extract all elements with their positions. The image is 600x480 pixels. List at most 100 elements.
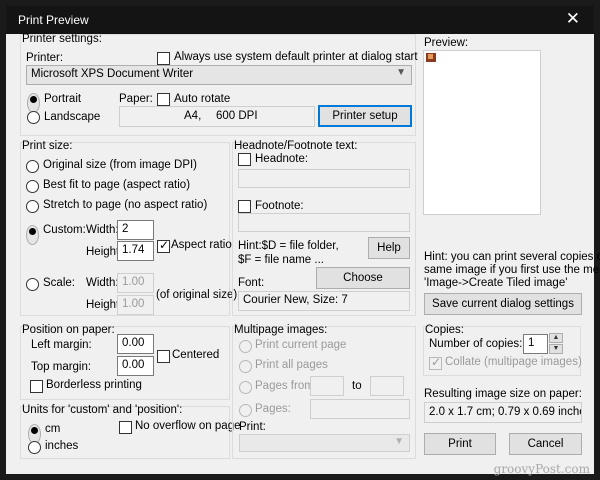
scale-radio[interactable]	[26, 278, 39, 291]
footnote-label: Footnote:	[255, 200, 304, 212]
no-overflow-label: No overflow on page	[135, 420, 241, 432]
pages-to-input[interactable]	[370, 376, 404, 396]
font-label: Font:	[238, 277, 265, 289]
copies-label: Copies:	[425, 324, 464, 336]
preview-hint-line-3: 'Image->Create Tiled image'	[424, 277, 568, 289]
scale-height-input[interactable]: 1.00	[117, 295, 154, 315]
paper-dpi-value: 600 DPI	[216, 110, 258, 122]
centered-checkbox[interactable]	[157, 350, 170, 363]
inches-label: inches	[45, 440, 79, 452]
left-margin-label: Left margin:	[31, 339, 92, 351]
auto-rotate-checkbox[interactable]	[157, 93, 170, 106]
paper-label: Paper:	[119, 93, 153, 105]
pages-to-label: to	[352, 380, 362, 392]
print-button[interactable]: Print	[424, 433, 496, 455]
portrait-radio[interactable]	[27, 93, 40, 113]
choose-font-button[interactable]: Choose	[316, 267, 410, 289]
of-original-label: (of original size)	[156, 289, 238, 301]
watermark-text: groovyPost.com	[493, 462, 590, 476]
preview-label: Preview:	[424, 37, 469, 49]
scale-width-input[interactable]: 1.00	[117, 273, 154, 293]
cancel-button[interactable]: Cancel	[509, 433, 582, 455]
custom-label: Custom:	[43, 224, 86, 236]
aspect-ratio-label: Aspect ratio	[171, 239, 232, 251]
hint-line-1: Hint:$D = file folder,	[238, 240, 339, 252]
borderless-label: Borderless printing	[46, 379, 142, 391]
no-overflow-checkbox[interactable]	[119, 421, 132, 434]
custom-width-input[interactable]: 2	[117, 220, 154, 240]
best-fit-label: Best fit to page (aspect ratio)	[43, 179, 191, 191]
printer-select[interactable]: Microsoft XPS Document Writer ▼	[26, 65, 412, 85]
thumbnail-detail	[428, 54, 433, 59]
top-margin-input[interactable]: 0.00	[117, 356, 154, 376]
pages-radio[interactable]	[239, 404, 252, 417]
collate-checkbox[interactable]	[429, 355, 442, 370]
number-of-copies-input[interactable]: 1	[523, 334, 548, 354]
scale-width-label: Width:	[86, 277, 119, 289]
chevron-down-icon: ▼	[396, 67, 406, 78]
spin-up-icon[interactable]: ▲	[549, 333, 563, 343]
chevron-down-icon: ▼	[394, 436, 404, 447]
portrait-label: Portrait	[44, 93, 82, 105]
print-option-label: Print:	[239, 421, 266, 433]
headnote-footnote-label: Headnote/Footnote text:	[234, 140, 358, 152]
print-size-label: Print size:	[22, 140, 73, 152]
help-button[interactable]: Help	[368, 237, 410, 259]
headnote-input[interactable]	[238, 169, 410, 188]
title-bar: Print Preview ✕	[6, 6, 594, 34]
font-value-field: Courier New, Size: 7	[238, 291, 410, 311]
spin-down-icon[interactable]: ▼	[549, 344, 563, 354]
hint-line-2: $F = file name ...	[238, 254, 324, 266]
preview-hint-line-2: same image if you first use the menu:	[424, 264, 600, 276]
footnote-input[interactable]	[238, 213, 410, 232]
print-all-radio[interactable]	[239, 360, 252, 373]
pages-label: Pages:	[255, 403, 291, 415]
headnote-label: Headnote:	[255, 153, 309, 165]
original-size-radio[interactable]	[26, 160, 39, 173]
pages-input[interactable]	[310, 399, 410, 419]
pages-from-label: Pages from:	[255, 380, 317, 392]
printer-select-value: Microsoft XPS Document Writer	[31, 68, 194, 80]
left-margin-input[interactable]: 0.00	[117, 334, 154, 354]
stretch-label: Stretch to page (no aspect ratio)	[43, 199, 208, 211]
close-icon[interactable]: ✕	[566, 9, 580, 29]
preview-hint-line-1: Hint: you can print several copies of	[424, 251, 600, 263]
pages-from-radio[interactable]	[239, 381, 252, 394]
paper-size-value: A4,	[184, 110, 202, 122]
multipage-label: Multipage images:	[234, 324, 328, 336]
use-default-printer-checkbox[interactable]	[157, 52, 170, 65]
original-size-label: Original size (from image DPI)	[43, 159, 198, 171]
printer-settings-label: Printer settings:	[22, 33, 102, 45]
print-current-radio[interactable]	[239, 340, 252, 353]
result-value-field: 2.0 x 1.7 cm; 0.79 x 0.69 inches	[424, 402, 582, 423]
landscape-radio[interactable]	[27, 111, 40, 124]
position-label: Position on paper:	[22, 324, 115, 336]
cm-label: cm	[45, 423, 61, 435]
aspect-ratio-checkbox[interactable]	[157, 238, 170, 253]
footnote-checkbox[interactable]	[238, 200, 251, 213]
printer-label: Printer:	[26, 52, 64, 64]
units-label: Units for 'custom' and 'position':	[22, 404, 183, 416]
print-option-select[interactable]: ▼	[239, 434, 410, 452]
custom-height-input[interactable]: 1.74	[117, 241, 154, 261]
best-fit-radio[interactable]	[26, 180, 39, 193]
number-of-copies-label: Number of copies:	[429, 338, 523, 350]
headnote-checkbox[interactable]	[238, 153, 251, 166]
collate-label: Collate (multipage images)	[445, 356, 582, 368]
print-all-label: Print all pages	[255, 359, 328, 371]
top-margin-label: Top margin:	[31, 361, 92, 373]
use-default-printer-label: Always use system default printer at dia…	[174, 51, 418, 63]
stretch-radio[interactable]	[26, 200, 39, 213]
paper-info-field: A4, 600 DPI	[119, 106, 315, 127]
result-label: Resulting image size on paper:	[424, 388, 582, 400]
preview-pane	[423, 50, 541, 215]
scale-label: Scale:	[43, 277, 75, 289]
printer-setup-button[interactable]: Printer setup	[318, 105, 412, 127]
inches-radio[interactable]	[28, 441, 41, 454]
save-settings-button[interactable]: Save current dialog settings	[424, 293, 582, 315]
preview-image-thumbnail	[426, 53, 436, 62]
print-current-label: Print current page	[255, 339, 347, 351]
borderless-checkbox[interactable]	[30, 380, 43, 393]
pages-from-input[interactable]	[310, 376, 344, 396]
custom-radio[interactable]	[26, 225, 39, 245]
